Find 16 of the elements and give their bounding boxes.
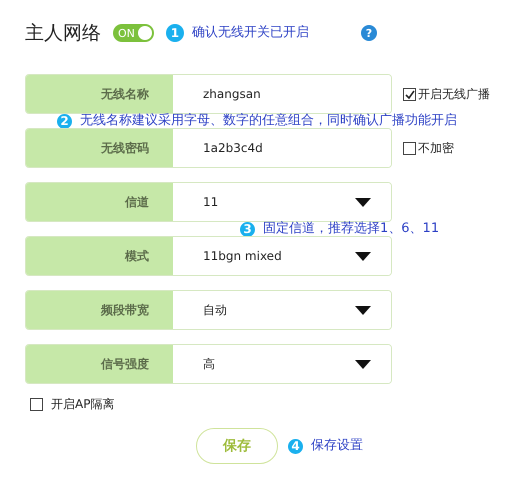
help-icon[interactable]: ? xyxy=(360,25,377,41)
step-number: 3 xyxy=(240,222,255,236)
checkbox[interactable] xyxy=(403,88,416,101)
section-title: 主人网络 xyxy=(25,21,101,46)
step-number: 2 xyxy=(57,114,72,128)
checkbox[interactable] xyxy=(403,142,416,155)
step-number: 4 xyxy=(288,438,303,454)
step-note: 确认无线开关已开启 xyxy=(192,26,309,40)
checkbox-label: 开启无线广播 xyxy=(418,86,490,103)
step-note: 保存设置 xyxy=(311,439,363,453)
step-note: 无线名称建议采用字母、数字的任意组合，同时确认广播功能开启 xyxy=(80,114,457,128)
step-note: 固定信道，推荐选择1、6、11 xyxy=(263,222,440,236)
checkbox-label: 不加密 xyxy=(418,140,454,157)
step-number: 1 xyxy=(166,24,184,42)
checkbox-label: 开启AP隔离 xyxy=(51,396,114,413)
checkbox[interactable] xyxy=(30,398,43,411)
